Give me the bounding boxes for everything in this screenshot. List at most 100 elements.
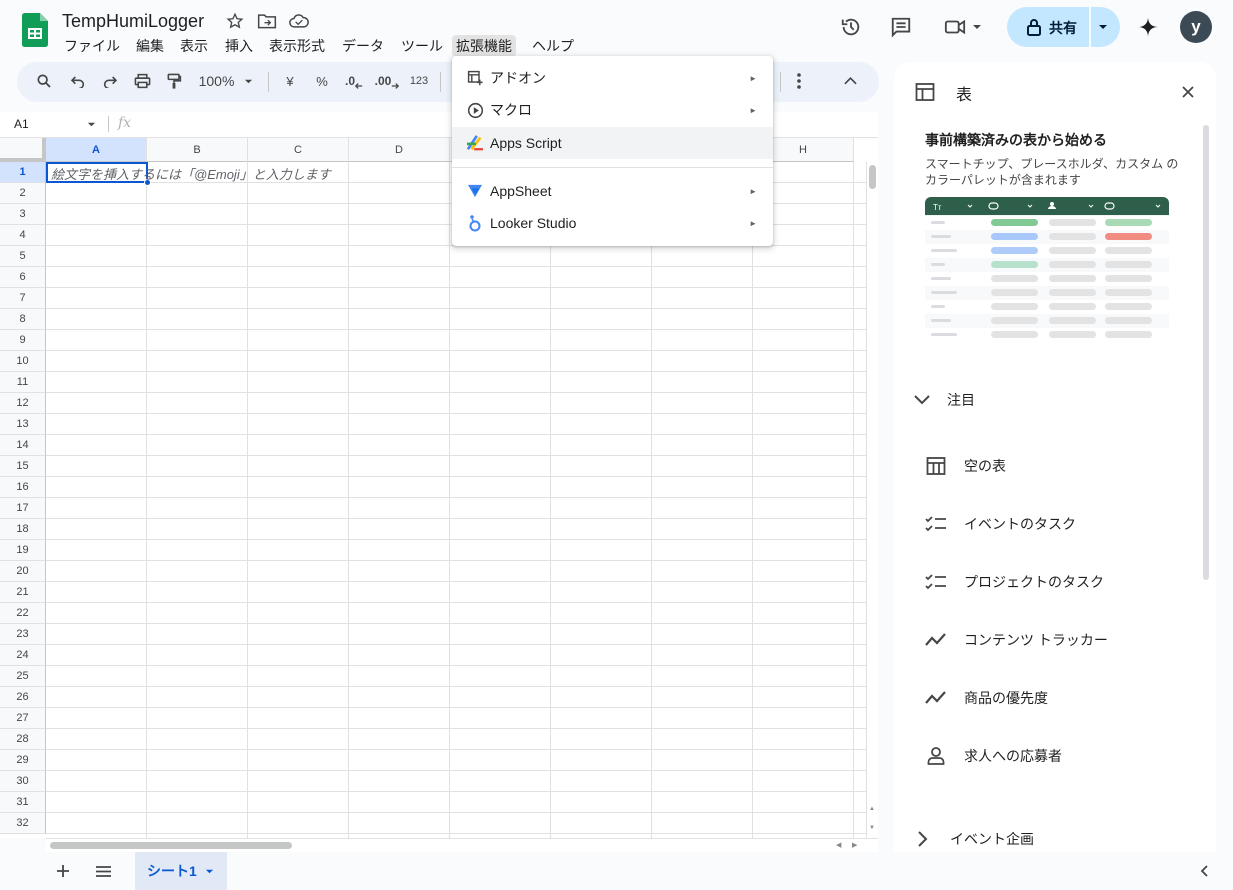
horizontal-scrollbar[interactable]: ◀ ▶: [46, 838, 878, 852]
row-header[interactable]: 29: [0, 750, 46, 771]
template-blank-table[interactable]: 空の表: [924, 454, 1006, 478]
row-header[interactable]: 17: [0, 498, 46, 519]
increase-decimal-button[interactable]: .00: [372, 66, 402, 96]
menu-edit[interactable]: 編集: [132, 35, 168, 57]
row-header[interactable]: 4: [0, 225, 46, 246]
row-header[interactable]: 13: [0, 414, 46, 435]
more-formats-button[interactable]: 123: [405, 66, 433, 96]
search-menus-icon[interactable]: [30, 66, 58, 96]
menu-extensions[interactable]: 拡張機能: [452, 35, 516, 57]
column-header[interactable]: B: [147, 138, 248, 162]
row-header[interactable]: 11: [0, 372, 46, 393]
zoom-select[interactable]: 100%: [192, 66, 260, 96]
row-header[interactable]: 24: [0, 645, 46, 666]
column-header[interactable]: C: [248, 138, 349, 162]
collapse-toolbar-icon[interactable]: [836, 66, 864, 96]
column-header[interactable]: D: [349, 138, 450, 162]
menu-insert[interactable]: 挿入: [221, 35, 257, 57]
share-dropdown-icon[interactable]: [1098, 22, 1108, 32]
row-header[interactable]: 6: [0, 267, 46, 288]
row-header[interactable]: 7: [0, 288, 46, 309]
row-header[interactable]: 8: [0, 309, 46, 330]
menu-file[interactable]: ファイル: [60, 35, 124, 57]
move-folder-icon[interactable]: [256, 11, 278, 31]
row-header[interactable]: 27: [0, 708, 46, 729]
row-header[interactable]: 32: [0, 813, 46, 834]
percent-button[interactable]: %: [309, 66, 335, 96]
row-header[interactable]: 22: [0, 603, 46, 624]
menu-item-macros[interactable]: マクロ ►: [452, 94, 773, 126]
row-header[interactable]: 19: [0, 540, 46, 561]
row-header[interactable]: 1: [0, 162, 46, 183]
currency-button[interactable]: ¥: [277, 66, 303, 96]
paint-format-icon[interactable]: [160, 66, 188, 96]
row-header[interactable]: 25: [0, 666, 46, 687]
section-featured[interactable]: 注目: [914, 389, 975, 411]
table-template-preview[interactable]: Tт: [925, 197, 1169, 340]
star-icon[interactable]: [225, 11, 245, 31]
row-header[interactable]: 30: [0, 771, 46, 792]
share-button[interactable]: 共有: [1007, 7, 1120, 47]
add-sheet-icon[interactable]: [52, 860, 74, 882]
side-panel-scrollbar[interactable]: [1203, 125, 1209, 580]
section-event-planning[interactable]: イベント企画: [918, 828, 1034, 850]
row-header[interactable]: 15: [0, 456, 46, 477]
row-header[interactable]: 16: [0, 477, 46, 498]
avatar[interactable]: y: [1180, 11, 1212, 43]
sheets-logo[interactable]: [22, 13, 48, 47]
row-header[interactable]: 5: [0, 246, 46, 267]
more-options-icon[interactable]: [786, 66, 812, 96]
menu-item-looker-studio[interactable]: Looker Studio ►: [452, 207, 773, 239]
undo-icon[interactable]: [64, 66, 92, 96]
gemini-icon[interactable]: [1130, 9, 1166, 45]
comments-icon[interactable]: [883, 9, 919, 45]
menu-item-appsheet[interactable]: AppSheet ►: [452, 175, 773, 207]
sheet-tab-active[interactable]: シート1: [135, 852, 227, 890]
row-header[interactable]: 21: [0, 582, 46, 603]
decrease-decimal-button[interactable]: .0: [340, 66, 368, 96]
all-sheets-icon[interactable]: [92, 860, 114, 882]
menu-format[interactable]: 表示形式: [265, 35, 329, 57]
print-icon[interactable]: [128, 66, 156, 96]
template-event-tasks[interactable]: イベントのタスク: [924, 512, 1076, 536]
vertical-scroll-thumb[interactable]: [869, 165, 876, 189]
name-box[interactable]: A1: [8, 112, 104, 136]
row-header[interactable]: 31: [0, 792, 46, 813]
row-header[interactable]: 20: [0, 561, 46, 582]
row-header[interactable]: 12: [0, 393, 46, 414]
scroll-left-arrow[interactable]: ◀: [836, 841, 841, 849]
menu-item-apps-script[interactable]: Apps Script: [452, 127, 773, 159]
horizontal-scroll-thumb[interactable]: [50, 842, 292, 849]
template-content-tracker[interactable]: コンテンツ トラッカー: [924, 628, 1108, 652]
vertical-scrollbar[interactable]: ▲ ▼: [866, 162, 878, 838]
scroll-down-arrow[interactable]: ▼: [869, 825, 875, 831]
version-history-icon[interactable]: [833, 9, 869, 45]
row-header[interactable]: 2: [0, 183, 46, 204]
row-header[interactable]: 3: [0, 204, 46, 225]
expand-side-panel-icon[interactable]: [1195, 862, 1213, 880]
template-project-tasks[interactable]: プロジェクトのタスク: [924, 570, 1104, 594]
row-header[interactable]: 26: [0, 687, 46, 708]
scroll-right-arrow[interactable]: ▶: [852, 841, 857, 849]
menu-view[interactable]: 表示: [176, 35, 212, 57]
redo-icon[interactable]: [96, 66, 124, 96]
menu-help[interactable]: ヘルプ: [528, 35, 578, 57]
column-header[interactable]: A: [46, 138, 147, 162]
row-header[interactable]: 9: [0, 330, 46, 351]
document-title[interactable]: TempHumiLogger: [62, 9, 204, 33]
menu-item-addons[interactable]: アドオン ►: [452, 62, 773, 94]
row-header[interactable]: 23: [0, 624, 46, 645]
template-job-applicants[interactable]: 求人への応募者: [924, 744, 1062, 768]
menu-tools[interactable]: ツール: [397, 35, 447, 57]
row-header[interactable]: 10: [0, 351, 46, 372]
row-header[interactable]: 28: [0, 729, 46, 750]
row-header[interactable]: 14: [0, 435, 46, 456]
close-icon[interactable]: [1178, 82, 1198, 102]
cloud-saved-icon[interactable]: [288, 11, 310, 31]
row-header[interactable]: 18: [0, 519, 46, 540]
select-all-corner[interactable]: [0, 138, 46, 162]
meet-icon[interactable]: [938, 9, 988, 45]
template-product-priority[interactable]: 商品の優先度: [924, 686, 1048, 710]
scroll-up-arrow[interactable]: ▲: [869, 806, 875, 812]
menu-data[interactable]: データ: [338, 35, 388, 57]
